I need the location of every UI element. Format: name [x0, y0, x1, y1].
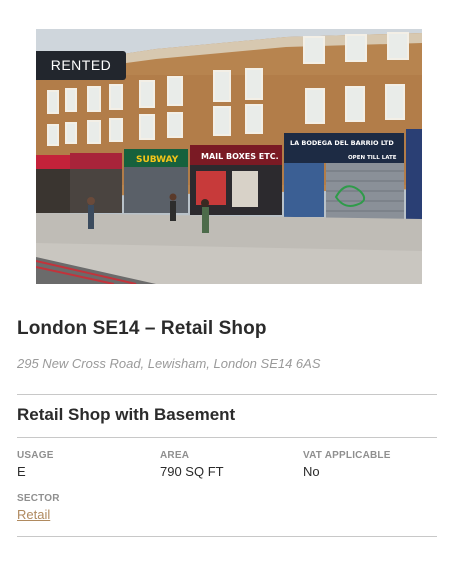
listing-address: 295 New Cross Road, Lewisham, London SE1…: [17, 356, 321, 371]
spec-sector-label: SECTOR: [17, 493, 60, 504]
divider: [17, 536, 437, 537]
spec-vat-label: VAT APPLICABLE: [303, 450, 391, 461]
property-card[interactable]: SUBWAY MAIL BOXES ETC. LA BODEGA DEL BAR…: [0, 0, 459, 573]
open-till-late-sign: OPEN TILL LATE: [348, 155, 397, 161]
listing-title[interactable]: London SE14 – Retail Shop: [17, 318, 267, 340]
bodega-sign: LA BODEGA DEL BARRIO LTD: [290, 139, 394, 147]
divider: [17, 394, 437, 395]
spec-usage-label: USAGE: [17, 450, 54, 461]
spec-sector: SECTOR Retail: [17, 493, 60, 524]
spec-vat: VAT APPLICABLE No: [303, 450, 391, 479]
mail-boxes-sign: MAIL BOXES ETC.: [201, 152, 279, 161]
spec-area-label: AREA: [160, 450, 190, 461]
spec-usage-value: E: [17, 464, 26, 479]
status-badge: RENTED: [36, 51, 126, 80]
listing-subtitle: Retail Shop with Basement: [17, 405, 236, 424]
divider: [17, 437, 437, 438]
spec-usage: USAGE E: [17, 450, 54, 479]
subway-sign: SUBWAY: [136, 155, 179, 165]
sector-retail-link[interactable]: Retail: [17, 507, 50, 522]
spec-area: AREA 790 SQ FT: [160, 450, 224, 479]
spec-area-value: 790 SQ FT: [160, 464, 224, 479]
spec-vat-value: No: [303, 464, 320, 479]
